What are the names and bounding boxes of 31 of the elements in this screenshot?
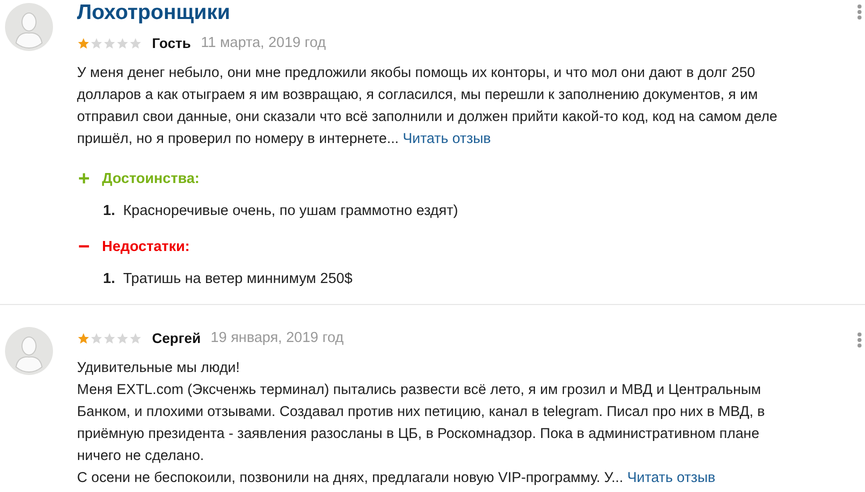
- plus-icon: +: [77, 168, 91, 190]
- read-review-link[interactable]: Читать отзыв: [627, 470, 716, 486]
- star-icon: [116, 36, 129, 50]
- review-title: Лохотронщики: [77, 0, 232, 26]
- section-heading: Достоинства:: [102, 171, 200, 187]
- author-name: Сергей: [152, 330, 201, 346]
- star-icon: [103, 332, 116, 344]
- more-options-icon[interactable]: [857, 332, 862, 348]
- star-icon: [103, 36, 116, 50]
- review-date: 19 января, 2019 год: [210, 330, 344, 346]
- list-number: 1.: [103, 202, 116, 221]
- author-name: Гость: [152, 35, 191, 51]
- avatar-icon: [5, 3, 53, 51]
- review-date: 11 марта, 2019 год: [200, 35, 326, 51]
- section-heading: Недостатки:: [102, 239, 190, 255]
- list-number: 1.: [103, 270, 116, 289]
- star-icon: [77, 332, 90, 344]
- star-icon: [116, 332, 129, 344]
- review-text: Удивительные мы люди! Меня EXTL.com (Эксченжь терминал) пытались развести всё лето, я им грозил и МВД и Центральным Банком, и плохими отзывами. Создавал против них петицию, канал в telegram. Писал про них в МВД, в приёмную президента - заявления разосланы в ЦБ, в Роскомнадзор. Пока в административном плане ничего не сделано. С осени не беспокоили, позвонили на днях, предлагали новую VIP-программу. У... Читать отзыв: [77, 359, 765, 488]
- read-review-link[interactable]: Читать отзыв: [402, 131, 491, 147]
- list-item-text: Тратишь на ветер миннимум 250$: [123, 270, 352, 289]
- star-icon: [77, 36, 90, 50]
- star-icon: [90, 332, 103, 344]
- list-item-text: Красноречивые очень, по ушам граммотно ездят): [123, 202, 458, 221]
- star-icon: [90, 36, 103, 50]
- minus-icon: −: [77, 236, 91, 258]
- review-text: У меня денег небыло, они мне предложили якобы помощь их конторы, и что мол они дают в долг 250 долларов а как отыграем я им возвращаю, я согласился, мы перешли к заполнению документов, я им отправил свои данные, они сказали что всё заполнили и должен прийти какой-то код, код на самом деле пришёл, но я проверил по номеру в интернете... Читать отзыв: [77, 64, 778, 149]
- star-icon: [129, 332, 142, 344]
- star-icon: [129, 36, 142, 50]
- more-options-icon[interactable]: [857, 4, 862, 20]
- avatar-icon: [5, 327, 53, 375]
